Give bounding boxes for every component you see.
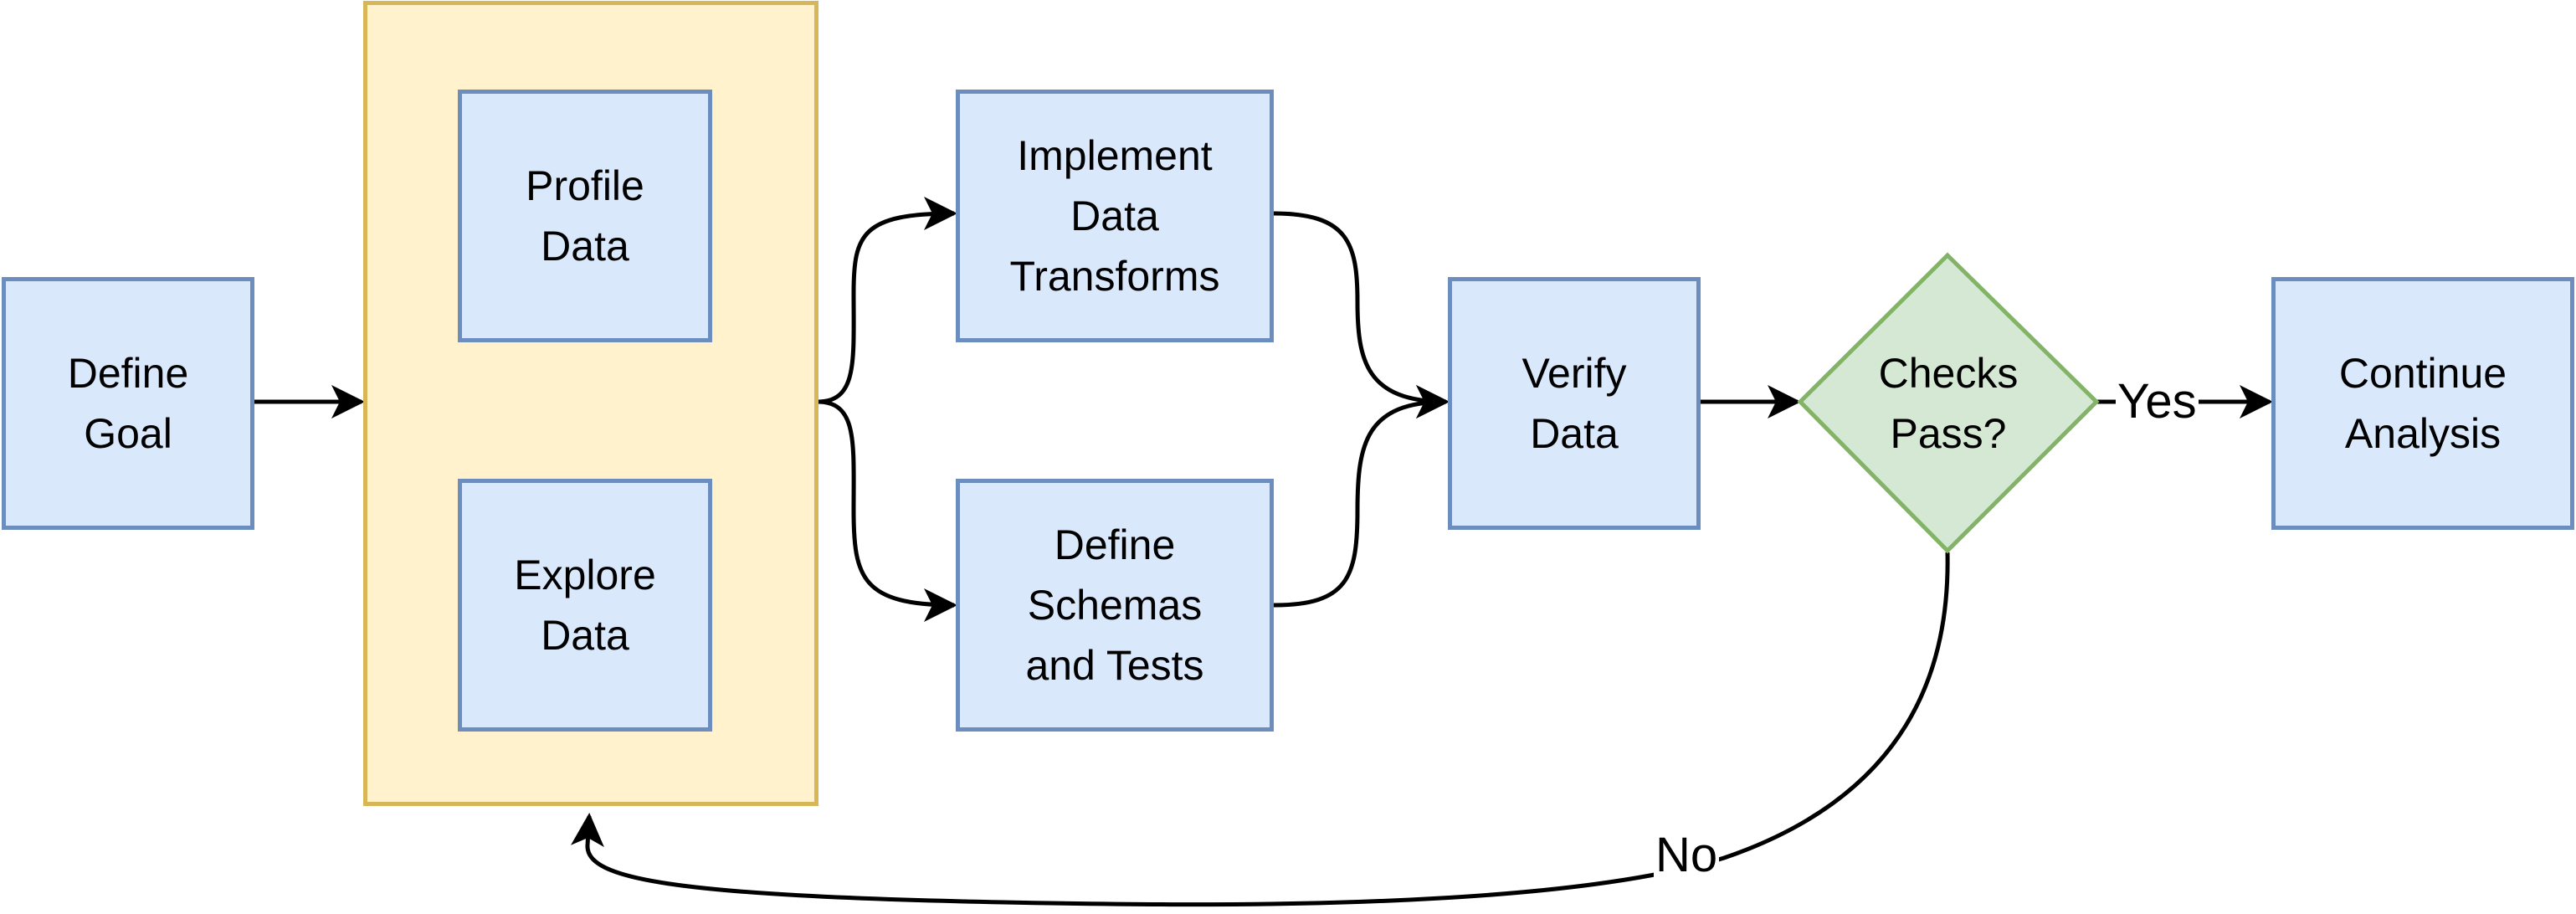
edge-define-schemas-to-verify [1273, 385, 1450, 608]
edge-label-no: No [1654, 828, 1720, 882]
implement-data-transforms-node: Implement Data Transforms [956, 90, 1274, 342]
define-schemas-and-tests-node: Define Schemas and Tests [956, 479, 1274, 732]
continue-analysis-node: Continue Analysis [2271, 277, 2574, 530]
edge-group-to-define-schemas [817, 399, 957, 622]
profile-data-node: Profile Data [458, 90, 712, 342]
edge-implement-to-verify [1273, 211, 1450, 418]
define-goal-node: Define Goal [2, 277, 254, 530]
checks-pass-label: Checks Pass? [1878, 349, 2019, 457]
edge-group-to-implement [817, 197, 957, 404]
explore-data-node: Explore Data [458, 479, 712, 732]
verify-data-node: Verify Data [1448, 277, 1701, 530]
edge-label-yes: Yes [2116, 374, 2199, 429]
